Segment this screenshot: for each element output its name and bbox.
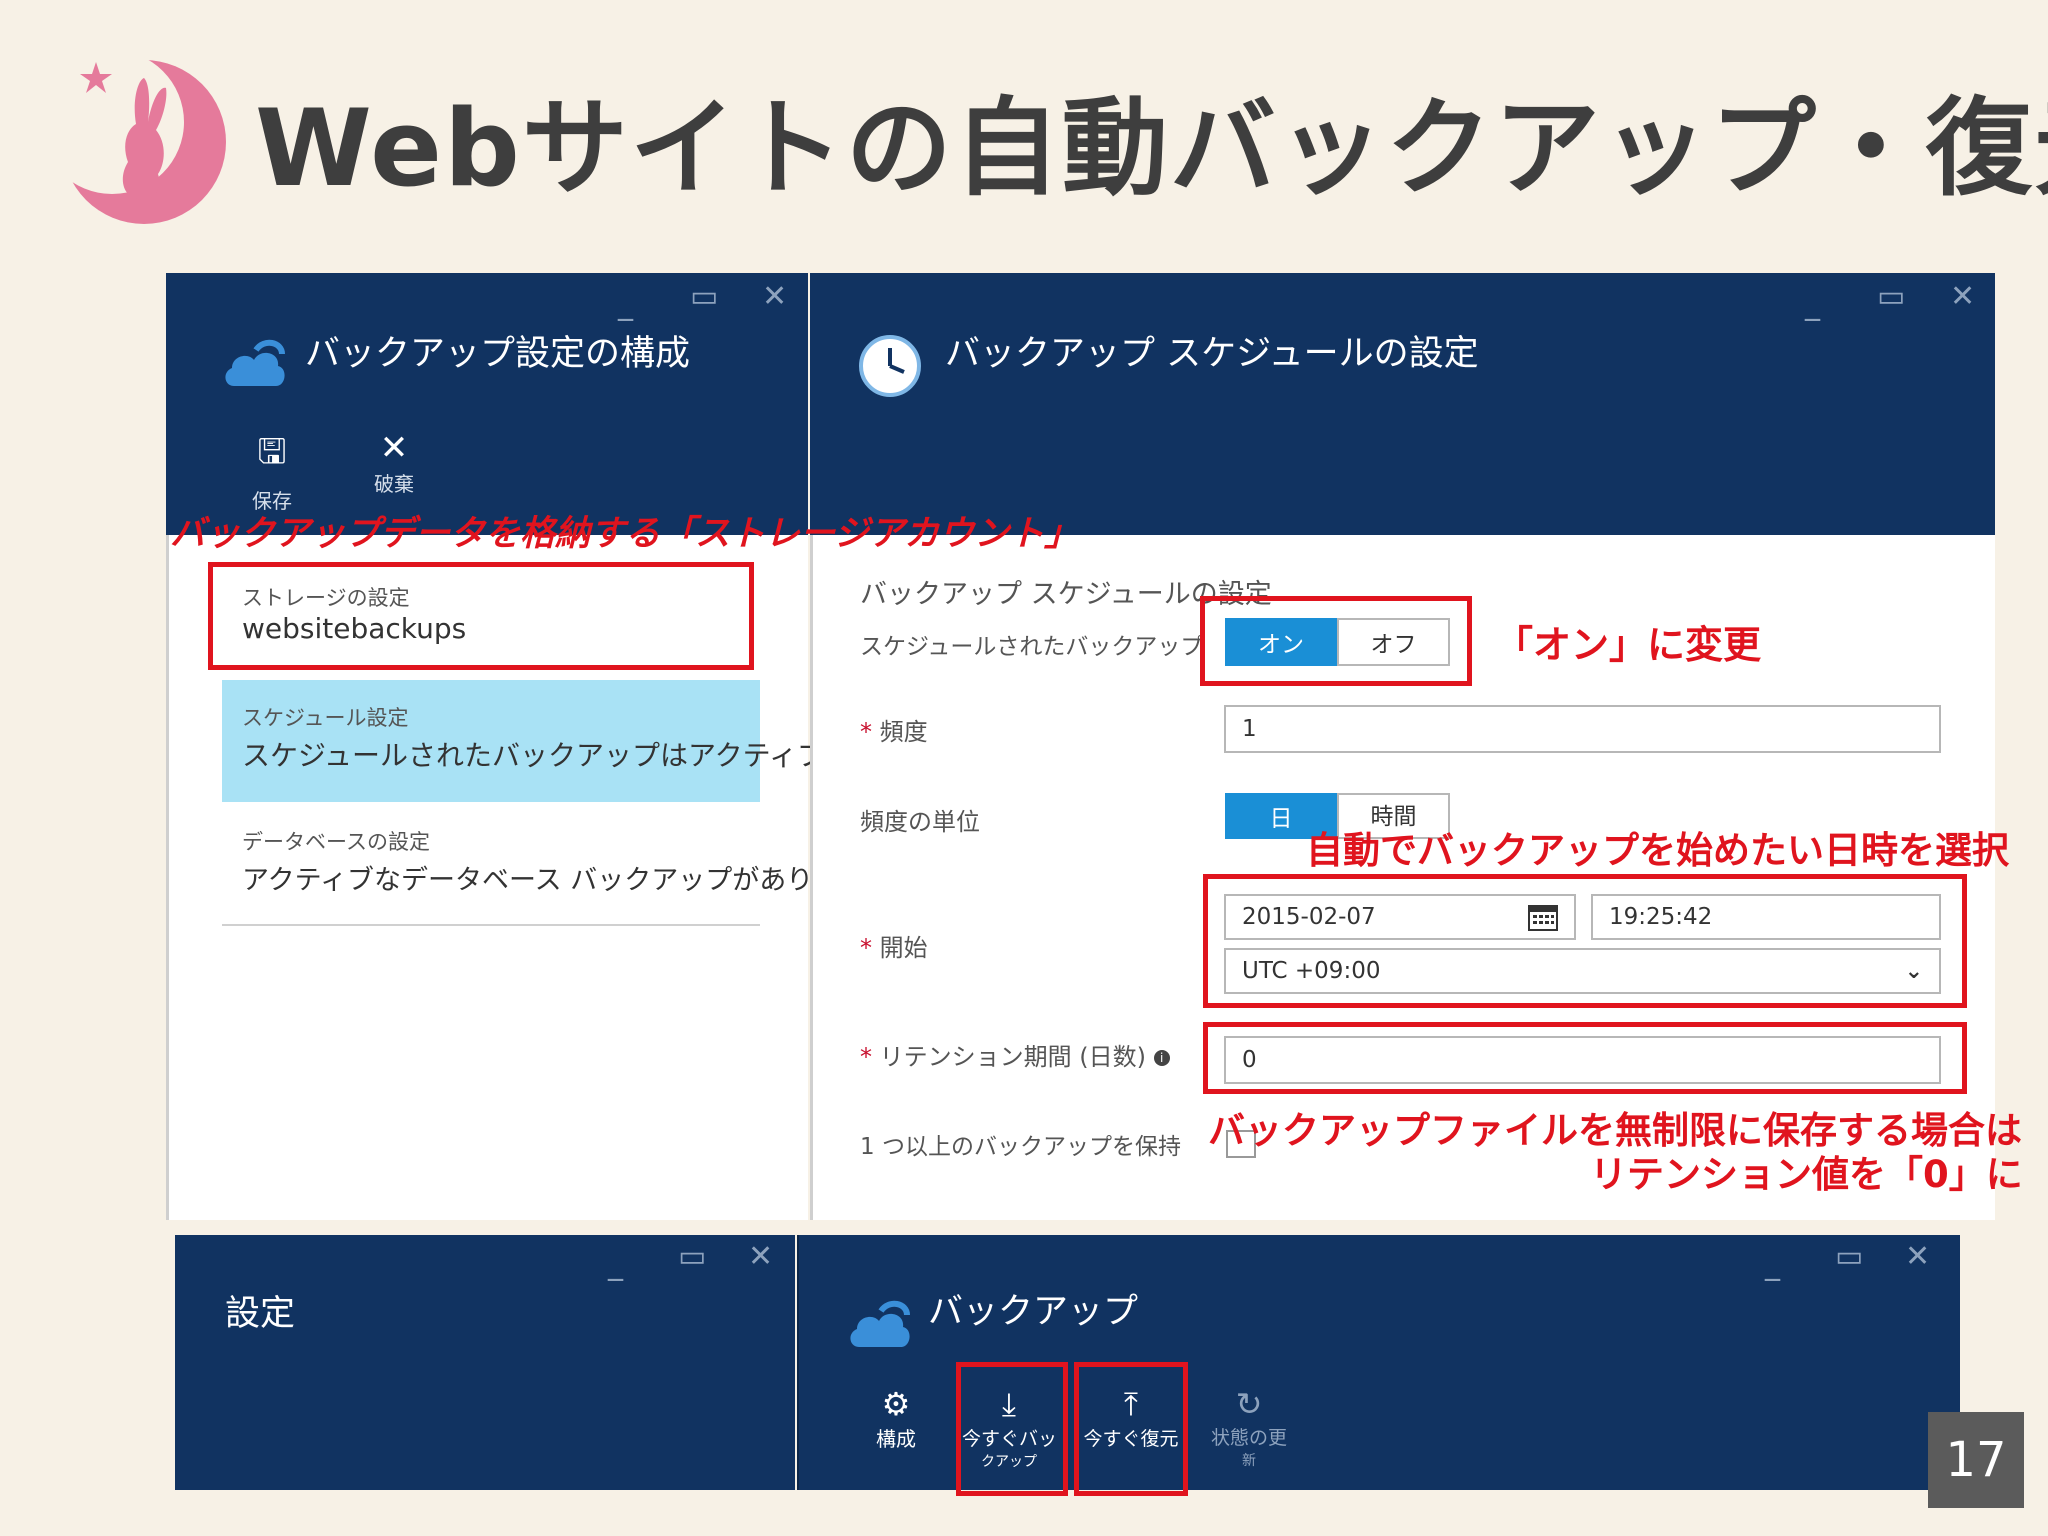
rabbit-moon-logo bbox=[52, 50, 226, 224]
info-icon[interactable]: i bbox=[1153, 1050, 1170, 1066]
frequency-label: * 頻度 bbox=[860, 712, 928, 747]
required-mark: * bbox=[860, 1043, 872, 1071]
minimize-icon[interactable]: _ bbox=[618, 290, 633, 320]
maximize-icon[interactable]: ▭ bbox=[678, 1242, 706, 1272]
required-mark: * bbox=[860, 934, 872, 962]
schedule-value: スケジュールされたバックアップはアクティブです bbox=[242, 739, 881, 772]
slide-title: Webサイトの自動バックアップ・復元 bbox=[255, 87, 2048, 210]
annotation-switch-on: 「オン」に変更 bbox=[1495, 623, 1762, 667]
frequency-unit-label: 頻度の単位 bbox=[860, 808, 980, 836]
close-icon[interactable]: ✕ bbox=[762, 282, 787, 312]
annotation-storage: バックアップデータを格納する「ストレージアカウント」 bbox=[170, 514, 1080, 554]
refresh-icon: ↻ bbox=[1235, 1385, 1263, 1423]
retention-label-text: リテンション期間 (日数) bbox=[879, 1043, 1146, 1071]
frequency-input[interactable]: 1 bbox=[1224, 705, 1941, 753]
gear-icon: ⚙ bbox=[881, 1385, 911, 1423]
maximize-icon[interactable]: ▭ bbox=[1877, 282, 1905, 312]
blade-title: 設定 bbox=[225, 1294, 296, 1334]
list-item-database[interactable]: データベースの設定 アクティブなデータベース バックアップがありません bbox=[222, 812, 893, 926]
database-label: データベースの設定 bbox=[242, 830, 430, 854]
page-number: 17 bbox=[1928, 1412, 2024, 1508]
list-item-schedule[interactable]: スケジュール設定 スケジュールされたバックアップはアクティブです bbox=[222, 680, 881, 802]
highlight-retention bbox=[1203, 1022, 1967, 1094]
clock-icon bbox=[859, 335, 921, 397]
configure-label: 構成 bbox=[876, 1427, 916, 1451]
cloud-icon bbox=[850, 1300, 910, 1347]
configure-button[interactable]: ⚙ 構成 bbox=[860, 1385, 932, 1452]
close-icon[interactable]: ✕ bbox=[1905, 1242, 1930, 1272]
maximize-icon[interactable]: ▭ bbox=[1835, 1242, 1863, 1272]
refresh-status-button[interactable]: ↻ 状態の更 新 bbox=[1206, 1385, 1292, 1470]
maximize-icon[interactable]: ▭ bbox=[690, 282, 718, 312]
discard-label: 破棄 bbox=[374, 472, 414, 496]
blade-title: バックアップ bbox=[928, 1292, 1139, 1332]
blade-title: バックアップ スケジュールの設定 bbox=[945, 334, 1479, 374]
refresh-label-1: 状態の更 bbox=[1210, 1427, 1287, 1449]
cloud-icon bbox=[225, 339, 285, 386]
discard-icon: ✕ bbox=[379, 428, 409, 468]
minimize-icon[interactable]: _ bbox=[1765, 1250, 1780, 1280]
highlight-switch-on bbox=[1200, 596, 1472, 686]
save-icon: 🖫 bbox=[257, 432, 287, 472]
required-mark: * bbox=[860, 718, 872, 746]
close-icon[interactable]: ✕ bbox=[748, 1242, 773, 1272]
refresh-label-2: 新 bbox=[1242, 1453, 1256, 1469]
database-value: アクティブなデータベース バックアップがありません bbox=[242, 865, 894, 896]
retention-label: * リテンション期間 (日数) i bbox=[860, 1037, 1170, 1072]
save-button[interactable]: 🖫 保存 bbox=[242, 428, 302, 514]
close-icon[interactable]: ✕ bbox=[1950, 282, 1975, 312]
discard-button[interactable]: ✕ 破棄 bbox=[364, 428, 424, 497]
keep-one-label: 1 つ以上のバックアップを保持 bbox=[860, 1134, 1181, 1160]
frequency-label-text: 頻度 bbox=[879, 718, 928, 746]
highlight-storage bbox=[208, 562, 754, 670]
scheduled-backup-label: スケジュールされたバックアップ bbox=[860, 634, 1204, 660]
highlight-backup-now bbox=[956, 1362, 1068, 1496]
annotation-retention-line2: リテンション値を「0」に bbox=[1590, 1153, 2023, 1196]
schedule-label: スケジュール設定 bbox=[242, 706, 409, 730]
highlight-restore-now bbox=[1074, 1362, 1188, 1496]
blade-title: バックアップ設定の構成 bbox=[305, 334, 691, 374]
minimize-icon[interactable]: _ bbox=[1805, 290, 1820, 320]
highlight-start bbox=[1203, 874, 1967, 1008]
frequency-value: 1 bbox=[1242, 716, 1257, 742]
start-label: * 開始 bbox=[860, 928, 928, 963]
annotation-start-time: 自動でバックアップを始めたい日時を選択 bbox=[1306, 829, 2009, 872]
start-label-text: 開始 bbox=[879, 934, 928, 962]
minimize-icon[interactable]: _ bbox=[608, 1250, 623, 1280]
